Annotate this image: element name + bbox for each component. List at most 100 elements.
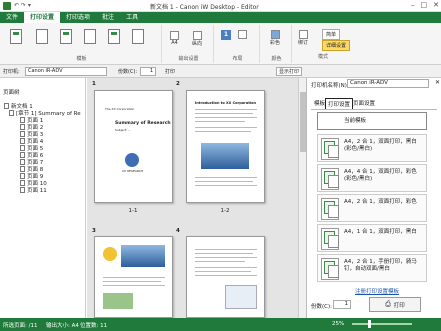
page-thumbnail[interactable] [94,236,173,318]
settings-item-text: A4，2 合 1，手册打印，骑马钉，自动双面/黑白 [344,259,417,272]
zoom-level: 25% [332,321,345,327]
status-selected-pages: 所选页面: /11 [3,323,38,329]
preview-scrollbar[interactable] [298,78,306,318]
tree-item-label: 页面 11 [27,188,47,194]
group-label-template: 模板 [76,56,87,62]
settings-item[interactable]: A4，1 合 1，双面打印，黑白 [317,224,427,252]
app-icon [3,1,11,10]
template-icon [36,29,48,44]
chapter-icon [9,110,14,116]
page-label: 1-1 [128,208,138,214]
layout-grid-button[interactable] [238,30,247,39]
orientation-icon [192,31,202,40]
group-label-layout: 布局 [232,56,243,62]
template-icon [60,29,72,44]
panel-copies-label: 份数(C): [311,304,332,310]
page-heading: Summary of Research [115,121,171,126]
ribbon-group-layout: 1 布局 [216,25,260,63]
logo-text: XX RESEARCH [122,169,144,173]
show-print-button[interactable]: 显示打印 [276,67,303,76]
menu-print-settings[interactable]: 打印设置 [24,12,61,23]
settings-item-current[interactable]: 当前模板 [317,112,427,130]
page-label: 1-2 [220,208,230,214]
page-photo [121,245,165,267]
page-icon [20,187,25,193]
paper-size-label: A4 [171,40,178,46]
orientation-label: 纵向 [192,41,203,47]
settings-item[interactable]: A4，4 合 1，双面打印，彩色 (彩色/黑白) [317,164,427,192]
page-tree-title: 页面树 [3,90,20,96]
close-button[interactable]: ✕ [433,1,439,9]
settings-preset-icon [321,168,339,190]
grid-icon [238,30,247,39]
orientation-button[interactable]: 纵向 [192,31,202,47]
status-bar: 所选页面: /11 输出大小: A4 位置数: 11 25% [0,318,441,331]
template-button-3[interactable] [60,29,72,44]
menu-bar: 文件 打印设置 打印选项 批注 工具 [0,12,441,23]
page-number: 1 [92,81,96,87]
menu-tools[interactable]: 工具 [120,12,144,23]
title-bar: ↶ ↷ ▾ 新文档 1 - Canon iW Desktop - Editor … [0,0,441,12]
page-thumbnail[interactable] [186,236,265,318]
binding-icon [298,30,308,39]
settings-item[interactable]: A4，2 合 1，双面打印，彩色 [317,194,427,222]
settings-item-text: A4，4 合 1，双面打印，彩色 (彩色/黑白) [344,169,417,182]
color-button[interactable]: 彩色 [270,30,280,46]
binding-button[interactable]: 绑订 [298,30,308,46]
settings-preset-icon [321,228,339,250]
settings-item[interactable]: A4，2 合 1，双面打印，黑白 (彩色/黑白) [317,134,427,162]
menu-print-options[interactable]: 打印选项 [60,12,96,23]
template-button-5[interactable] [108,29,120,44]
settings-item-text: A4，2 合 1，双面打印，黑白 (彩色/黑白) [344,139,417,152]
print-toolbar-button[interactable]: 打印 [165,68,175,75]
group-label-output: 输出设置 [178,56,199,62]
template-icon [10,29,22,44]
ribbon-group-binding: 绑订 [294,25,318,63]
template-button-6[interactable] [132,29,144,44]
menu-file[interactable]: 文件 [0,12,24,23]
copies-label: 份数(C): [118,69,138,75]
template-button-4[interactable] [84,29,96,44]
page-number: 4 [176,228,180,234]
page-heading: Introduction to XX Corporation [195,101,257,105]
close-panel-icon[interactable]: ✕ [435,79,440,86]
settings-item-text: A4，1 合 1，双面打印，黑白 [344,229,417,235]
group-label-mode: 模式 [318,54,329,60]
printer-name-label: 打印机名称(N): [311,83,349,89]
group-label-color: 颜色 [271,56,282,62]
template-button-2[interactable] [36,29,48,44]
quick-access-toolbar[interactable]: ↶ ↷ ▾ [14,2,31,9]
detail-toggle[interactable]: 详细设置 [322,40,351,51]
copies-input[interactable]: 1 [140,67,156,76]
page-org-text: The XX Corporation [105,107,135,111]
page-thumbnail[interactable]: The XX Corporation Summary of Research S… [94,90,173,203]
print-button[interactable]: ⎙ 打印 [369,297,421,312]
template-button-1[interactable] [10,29,22,44]
printer-name-select[interactable]: Canon iR-ADV [347,79,429,88]
paper-size-icon [170,31,179,40]
simple-toggle[interactable]: 简单 [322,29,341,40]
ribbon-group-output: A4 纵向 输出设置 [164,25,214,63]
tree-item-page[interactable]: 页面 11 [20,186,47,194]
register-template-link[interactable]: 注册打印设置模板 [355,287,399,295]
settings-item[interactable]: A4，2 合 1，手册打印，骑马钉，自动双面/黑白 [317,254,427,282]
page-subtitle: Subject: ... [115,128,132,132]
color-icon [270,30,280,39]
status-paper-size: 输出大小: A4 [46,323,79,329]
print-button-label: 打印 [393,302,405,309]
page-thumbnail[interactable]: Introduction to XX Corporation [186,90,265,203]
print-toolbar: 打印机: Canon iR-ADV 份数(C): 1 打印 显示打印 [0,65,441,78]
template-icon [84,29,96,44]
zoom-slider-handle[interactable] [368,320,371,328]
layout-button[interactable]: 1 [221,30,231,40]
panel-copies-input[interactable]: 1 [333,300,351,309]
printer-select[interactable]: Canon iR-ADV [25,67,107,76]
tab-page-settings[interactable]: 页面设置 [351,98,377,108]
maximize-button[interactable]: □ [421,1,428,9]
settings-preset-icon [321,258,339,280]
minimize-button[interactable]: – [411,1,415,9]
menu-annotation[interactable]: 批注 [96,12,120,23]
zoom-slider[interactable] [352,323,412,325]
paper-size-button[interactable]: A4 [170,31,179,46]
page-photo [201,143,249,169]
